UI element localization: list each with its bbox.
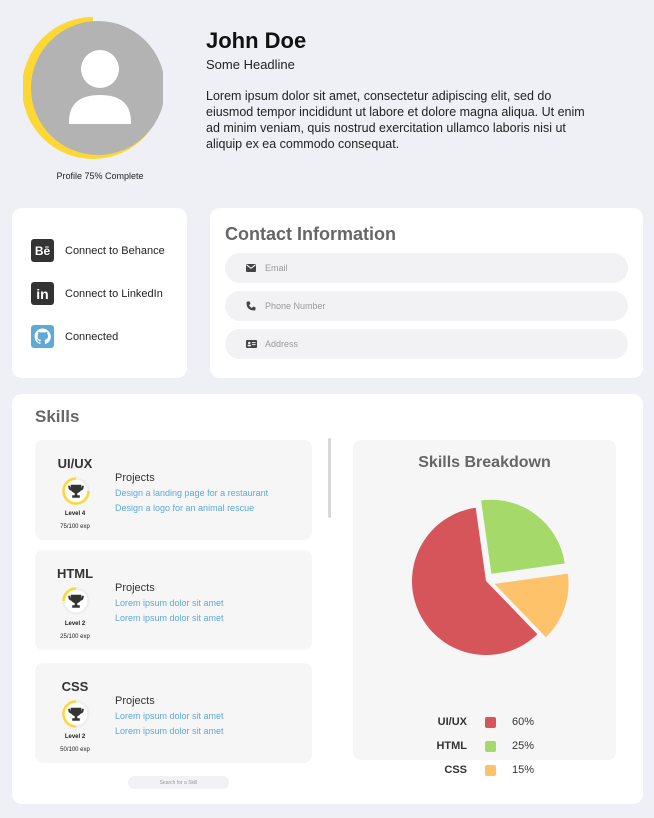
legend-swatch <box>485 740 496 752</box>
skill-level: Level 2 <box>64 734 86 740</box>
legend-item-uiux: UI/UX 60% <box>415 716 534 728</box>
legend-swatch <box>485 716 496 728</box>
skill-card-css[interactable]: CSS Level 2 50/100 exp Projects Lorem ip… <box>35 663 312 763</box>
email-field[interactable] <box>225 253 628 283</box>
project-link[interactable]: Lorem ipsum dolor sit amet <box>115 711 224 721</box>
profile-bio: Lorem ipsum dolor sit amet, consectetur … <box>206 89 585 151</box>
connect-behance-label: Connect to Behance <box>65 244 165 257</box>
legend-item-html: HTML 25% <box>415 740 534 752</box>
behance-icon: Bē <box>31 239 54 262</box>
trophy-icon <box>62 700 90 728</box>
skill-card-html[interactable]: HTML Level 2 25/100 exp Projects Lorem i… <box>35 550 312 650</box>
address-input[interactable] <box>265 339 605 349</box>
skills-title: Skills <box>35 407 80 426</box>
profile-avatar[interactable] <box>23 12 163 162</box>
skill-exp: 25/100 exp <box>60 634 90 640</box>
skills-card: Skills UI/UX Level 4 75/100 exp Projects… <box>12 394 643 804</box>
legend-swatch <box>485 764 496 776</box>
linkedin-icon: in <box>31 282 54 305</box>
github-icon <box>31 325 54 348</box>
profile-name: John Doe <box>206 28 307 53</box>
trophy-icon <box>62 477 90 505</box>
skill-name: UI/UX <box>57 456 93 471</box>
email-input[interactable] <box>265 263 605 273</box>
legend-item-css: CSS 15% <box>415 764 534 776</box>
social-connections-card: Bē Connect to Behance in Connect to Link… <box>12 208 187 378</box>
phone-field[interactable] <box>225 291 628 321</box>
legend-label: HTML <box>436 740 467 752</box>
skill-name: HTML <box>56 566 94 581</box>
connected-github-button[interactable]: Connected <box>31 325 118 348</box>
address-field[interactable] <box>225 329 628 359</box>
envelope-icon <box>243 264 259 272</box>
profile-completion-ring <box>23 17 163 159</box>
project-link[interactable]: Design a logo for an animal rescue <box>115 503 254 513</box>
trophy-icon <box>62 587 90 615</box>
contact-title: Contact Information <box>225 224 396 244</box>
skill-name: CSS <box>61 679 89 694</box>
skill-exp: 75/100 exp <box>60 524 90 530</box>
legend-label: CSS <box>444 764 467 776</box>
connect-linkedin-button[interactable]: in Connect to LinkedIn <box>31 282 163 305</box>
pie-slice-html <box>481 499 565 574</box>
skills-scrollbar[interactable] <box>328 438 331 518</box>
connected-github-label: Connected <box>65 330 119 343</box>
profile-completion-label: Profile 75% Complete <box>56 171 144 181</box>
projects-label: Projects <box>115 695 155 707</box>
skill-level: Level 4 <box>64 511 86 517</box>
project-link[interactable]: Lorem ipsum dolor sit amet <box>115 726 224 736</box>
legend-value: 25% <box>512 740 535 752</box>
skill-search-input[interactable] <box>128 776 229 789</box>
phone-input[interactable] <box>265 301 605 311</box>
skill-exp: 50/100 exp <box>60 747 90 753</box>
phone-icon <box>243 301 259 311</box>
skills-breakdown-panel: Skills Breakdown UI/UX 60% HTML 25% CSS … <box>353 440 616 776</box>
projects-label: Projects <box>115 472 155 484</box>
legend-label: UI/UX <box>437 716 467 728</box>
projects-label: Projects <box>115 582 155 594</box>
profile-headline: Some Headline <box>206 57 295 72</box>
project-link[interactable]: Lorem ipsum dolor sit amet <box>115 598 224 608</box>
project-link[interactable]: Design a landing page for a restaurant <box>115 488 268 498</box>
project-link[interactable]: Lorem ipsum dolor sit amet <box>115 613 224 623</box>
skill-level: Level 2 <box>64 621 86 627</box>
skills-pie-chart <box>412 499 569 655</box>
address-card-icon <box>243 340 259 348</box>
contact-information-card: Contact Information <box>210 208 643 378</box>
skill-card-uiux[interactable]: UI/UX Level 4 75/100 exp Projects Design… <box>35 440 312 540</box>
connect-linkedin-label: Connect to LinkedIn <box>65 287 163 300</box>
connect-behance-button[interactable]: Bē Connect to Behance <box>31 239 165 262</box>
legend-value: 60% <box>512 716 535 728</box>
legend-value: 15% <box>512 764 535 776</box>
